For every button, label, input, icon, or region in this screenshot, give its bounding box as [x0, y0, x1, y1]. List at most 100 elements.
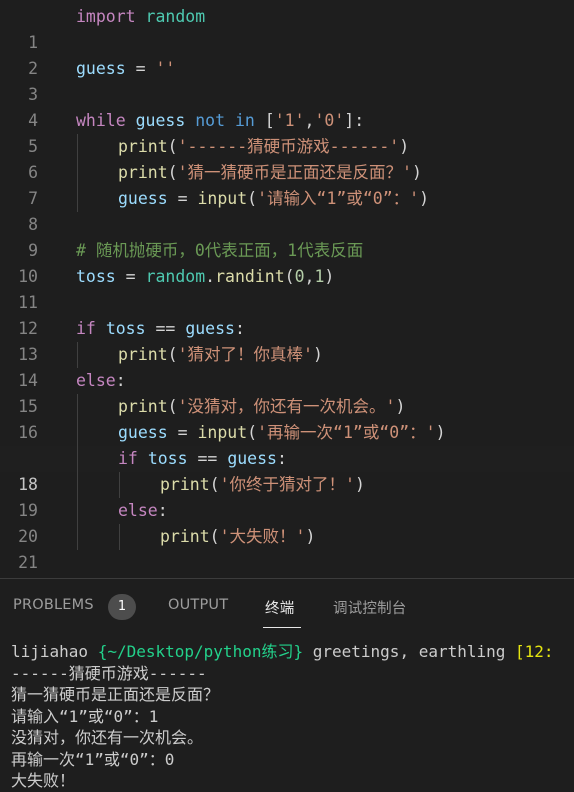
- string-literal: '------猜硬币游戏------': [177, 137, 400, 156]
- paren: ): [411, 163, 422, 182]
- code-comment: # 随机抛硬币，0代表正面，1代表反面: [76, 241, 364, 260]
- paren: ): [399, 137, 410, 156]
- code-line[interactable]: 11 toss = random.randint(0,1): [0, 264, 574, 312]
- module-name: random: [145, 267, 206, 286]
- problems-count-badge: 1: [108, 594, 136, 620]
- paren: (: [247, 423, 258, 442]
- code-line[interactable]: 12: [0, 290, 574, 338]
- comma: ,: [304, 267, 315, 286]
- operator-assign: =: [167, 189, 198, 208]
- variable-guess: guess: [118, 189, 168, 208]
- paren: ): [354, 475, 365, 494]
- paren: (: [209, 475, 220, 494]
- code-line[interactable]: 17 guess = input('再输一次“1”或“0”：'): [0, 420, 574, 468]
- code-line[interactable]: 15 else:: [0, 368, 574, 416]
- terminal-line: 猜一猜硬币是正面还是反面？: [11, 685, 220, 704]
- terminal-line: ------猜硬币游戏------: [11, 663, 207, 683]
- variable-guess: guess: [118, 423, 168, 442]
- terminal-greeting: greetings, earthling: [303, 642, 516, 661]
- code-line[interactable]: 2: [0, 30, 574, 78]
- tab-problems[interactable]: PROBLEMS: [13, 597, 94, 613]
- operator-eq: ==: [145, 319, 186, 338]
- string-literal: '1': [274, 111, 305, 130]
- paren: (: [167, 397, 178, 416]
- keyword-in: in: [234, 111, 255, 130]
- bracket-colon: ]:: [344, 111, 365, 130]
- string-literal: '你终于猜对了！': [219, 475, 355, 494]
- paren: ): [305, 527, 316, 546]
- terminal-time: [12:: [515, 642, 554, 661]
- variable-toss: toss: [76, 267, 116, 286]
- active-tab-indicator: [263, 627, 301, 628]
- bottom-panel: PROBLEMS 1 OUTPUT 终端 调试控制台 lijiahao {~/D…: [0, 578, 574, 792]
- terminal-line: 请输入“1”或“0”：1: [11, 706, 159, 726]
- code-line[interactable]: 8 guess = input('请输入“1”或“0”：'): [0, 186, 574, 234]
- function-randint: randint: [215, 267, 285, 286]
- function-input: input: [197, 189, 248, 208]
- keyword-if: if: [118, 449, 138, 468]
- terminal-line: 再输一次“1”或“0”：0: [11, 749, 175, 769]
- variable-toss: toss: [147, 449, 188, 468]
- variable-guess: guess: [135, 111, 186, 130]
- colon: :: [234, 319, 245, 338]
- code-line[interactable]: 4: [0, 82, 574, 130]
- variable-guess: guess: [227, 449, 277, 468]
- tab-debug-console[interactable]: 调试控制台: [333, 597, 407, 618]
- code-line-current[interactable]: 18 if toss == guess:: [0, 446, 574, 494]
- colon: :: [276, 449, 287, 468]
- paren: (: [247, 189, 258, 208]
- keyword-else: else: [76, 371, 116, 390]
- paren: ): [324, 267, 335, 286]
- function-print: print: [118, 345, 168, 364]
- code-line[interactable]: 1 import random: [0, 4, 574, 52]
- code-line[interactable]: 9: [0, 212, 574, 260]
- variable-guess: guess: [76, 59, 126, 78]
- colon: :: [115, 371, 126, 390]
- code-line[interactable]: 20 else:: [0, 498, 574, 546]
- code-line[interactable]: 10 # 随机抛硬币，0代表正面，1代表反面: [0, 238, 574, 286]
- code-editor[interactable]: 1 import random 2 3 guess = '' 4 5 while…: [0, 0, 574, 578]
- code-line[interactable]: 3 guess = '': [0, 56, 574, 104]
- code-line[interactable]: 13 if toss == guess:: [0, 316, 574, 364]
- code-line[interactable]: 16 print('没猜对，你还有一次机会。'): [0, 394, 574, 442]
- terminal-output[interactable]: lijiahao {~/Desktop/python练习} greetings,…: [11, 641, 574, 792]
- variable-toss: toss: [105, 319, 146, 338]
- variable-guess: guess: [185, 319, 235, 338]
- code-line[interactable]: 6 print('------猜硬币游戏------'): [0, 134, 574, 182]
- keyword-not: not: [195, 111, 226, 130]
- code-line[interactable]: 7 print('猜一猜硬币是正面还是反面？'): [0, 160, 574, 208]
- indent-guide: [77, 394, 78, 550]
- terminal-user: lijiahao: [11, 642, 89, 661]
- code-line[interactable]: 14 print('猜对了！你真棒'): [0, 342, 574, 390]
- keyword-while: while: [76, 111, 126, 130]
- operator-eq: ==: [187, 449, 228, 468]
- string-literal: '没猜对，你还有一次机会。': [177, 397, 396, 416]
- indent-guide: [77, 342, 78, 368]
- comma: ,: [304, 111, 315, 130]
- paren: ): [435, 423, 446, 442]
- dot: .: [205, 267, 216, 286]
- string-literal: '大失败！': [219, 527, 306, 546]
- number-literal: 1: [314, 267, 325, 286]
- code-line[interactable]: 5 while guess not in ['1','0']:: [0, 108, 574, 156]
- indent-guide: [119, 524, 120, 550]
- code-line[interactable]: 19 print('你终于猜对了！'): [0, 472, 574, 520]
- function-input: input: [197, 423, 248, 442]
- paren: ): [312, 345, 323, 364]
- paren: (: [209, 527, 220, 546]
- function-print: print: [118, 137, 168, 156]
- tab-output[interactable]: OUTPUT: [168, 597, 228, 613]
- string-literal: '请输入“1”或“0”：': [257, 189, 420, 208]
- number-literal: 0: [294, 267, 305, 286]
- code-line[interactable]: 21 print('大失败！'): [0, 524, 574, 572]
- paren: ): [395, 397, 406, 416]
- function-print: print: [160, 527, 210, 546]
- code-line[interactable]: 22: [0, 550, 574, 576]
- tab-terminal[interactable]: 终端: [265, 597, 294, 618]
- operator-assign: =: [167, 423, 198, 442]
- indent-guide: [77, 134, 78, 212]
- bracket: [: [264, 111, 275, 130]
- keyword-if: if: [76, 319, 96, 338]
- operator-assign: =: [115, 267, 146, 286]
- paren: (: [167, 163, 178, 182]
